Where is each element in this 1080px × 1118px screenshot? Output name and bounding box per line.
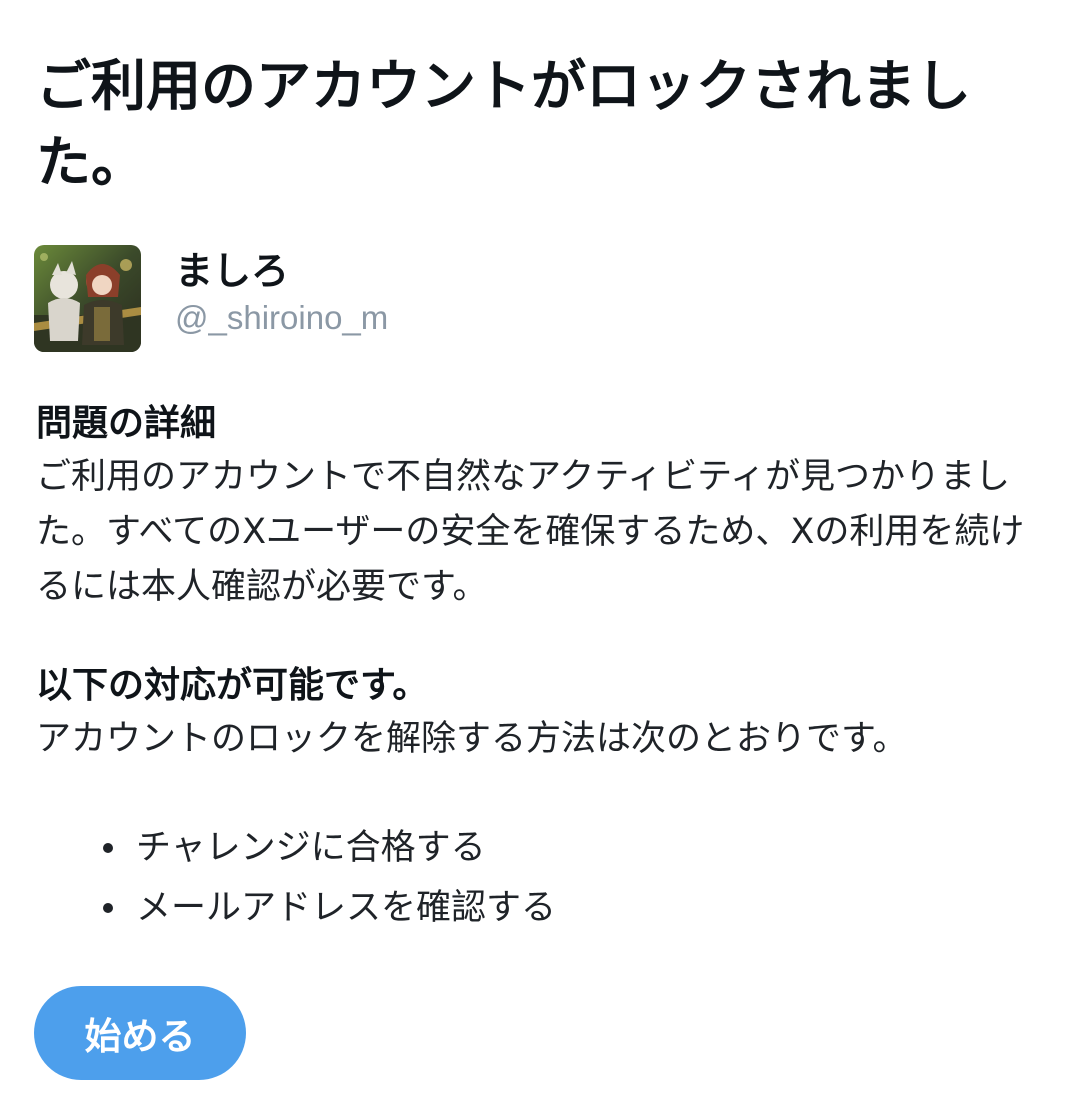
- page-title: ご利用のアカウントがロックされました。: [36, 54, 972, 194]
- avatar-image-icon: [34, 245, 141, 352]
- available-actions-heading: 以下の対応が可能です。: [36, 665, 429, 706]
- list-item: チャレンジに合格する: [100, 818, 556, 878]
- start-button[interactable]: 始める: [34, 986, 246, 1080]
- available-actions-text: アカウントのロックを解除する方法は次のとおりです。: [36, 719, 908, 759]
- user-handle: @_shiroino_m: [175, 299, 389, 336]
- issue-details-text: ご利用のアカウントで不自然なアクティビティが見つかりました。すべてのXユーザーの…: [36, 457, 1025, 607]
- account-info: ましろ @_shiroino_m: [34, 245, 388, 353]
- method-label: チャレンジに合格する: [136, 828, 486, 868]
- issue-details-section: 問題の詳細 ご利用のアカウントで不自然なアクティビティが見つかりました。すべての…: [36, 398, 1046, 615]
- avatar: [34, 245, 141, 352]
- list-item: メールアドレスを確認する: [100, 878, 556, 938]
- bullet-icon: [103, 843, 113, 853]
- display-name: ましろ: [175, 249, 290, 293]
- unlock-methods-list: チャレンジに合格する メールアドレスを確認する: [100, 818, 556, 938]
- available-actions-section: 以下の対応が可能です。 アカウントのロックを解除する方法は次のとおりです。: [36, 660, 1046, 767]
- method-label: メールアドレスを確認する: [136, 888, 557, 928]
- issue-details-heading: 問題の詳細: [36, 403, 217, 444]
- bullet-icon: [103, 903, 113, 913]
